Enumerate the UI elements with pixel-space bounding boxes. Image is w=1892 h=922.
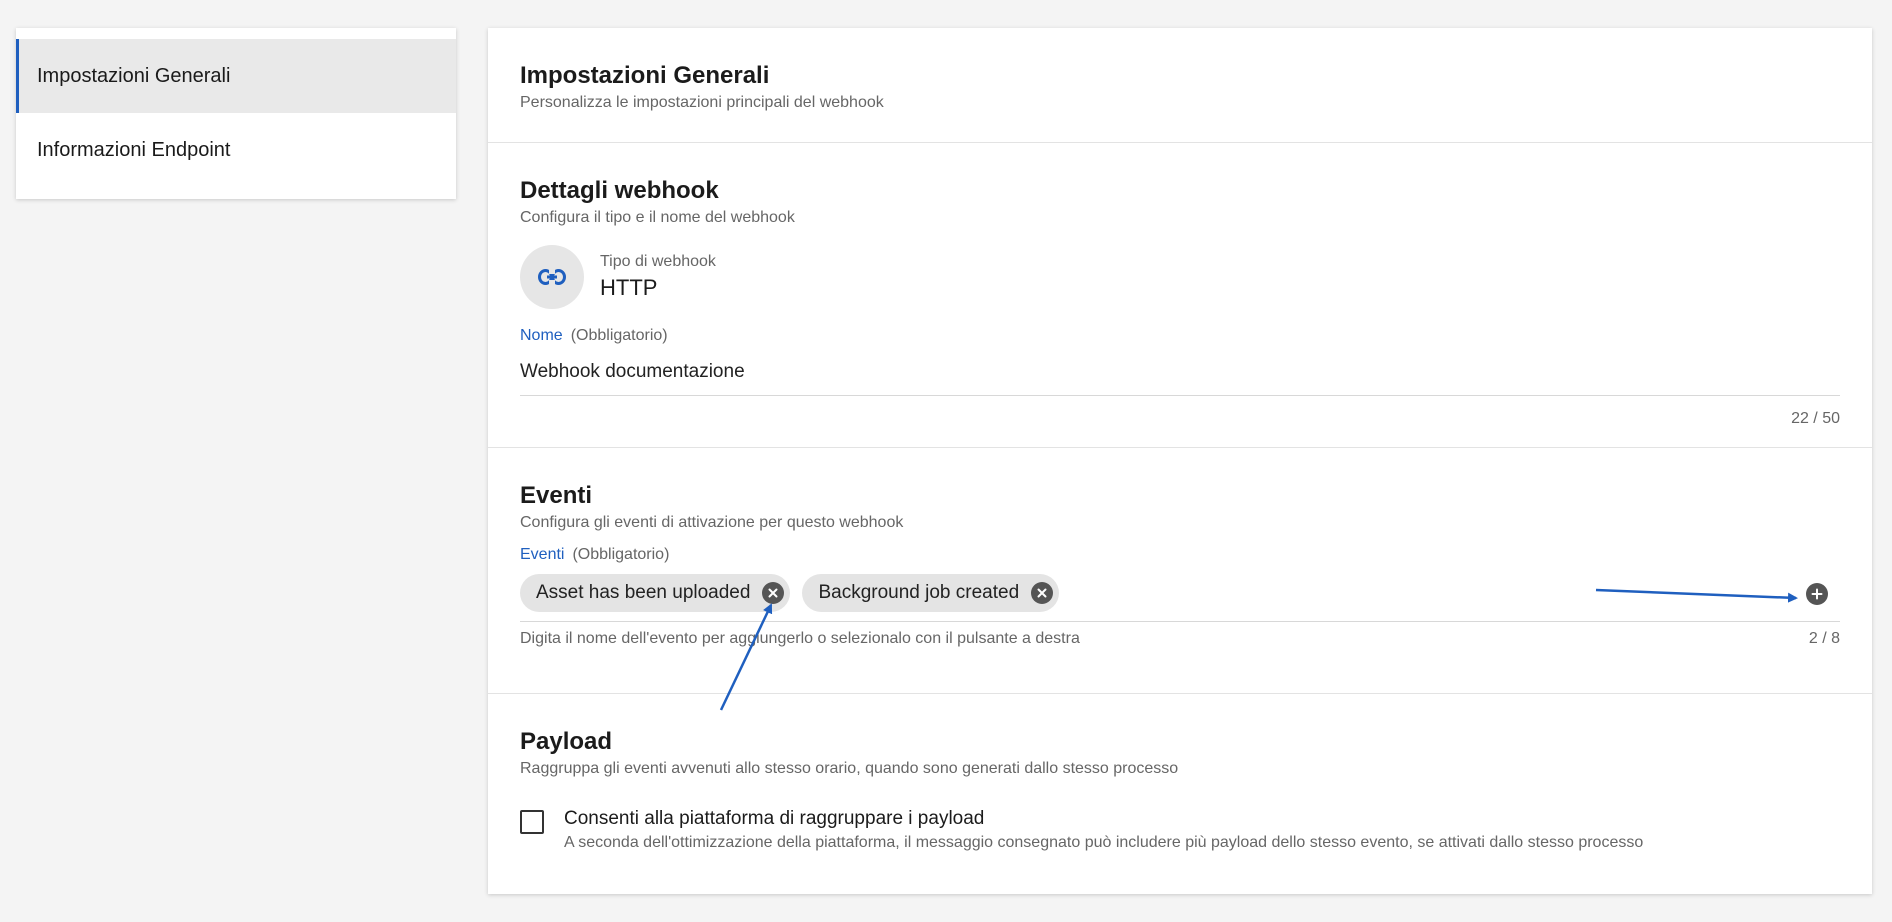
settings-panel: Impostazioni Generali Personalizza le im…: [488, 28, 1872, 894]
events-section: Eventi Configura gli eventi di attivazio…: [488, 448, 1872, 694]
section-subtitle: Raggruppa gli eventi avvenuti allo stess…: [520, 760, 1179, 777]
sidebar-item-label: Informazioni Endpoint: [37, 138, 231, 161]
webhook-type-value: HTTP: [600, 275, 658, 300]
remove-chip-icon[interactable]: [762, 582, 785, 604]
page-title: Impostazioni Generali: [520, 62, 770, 89]
name-char-counter: 22 / 50: [1791, 410, 1840, 427]
payload-section: Payload Raggruppa gli eventi avvenuti al…: [488, 694, 1872, 894]
events-hint: Digita il nome dell'evento per aggiunger…: [520, 630, 1080, 647]
section-subtitle: Configura gli eventi di attivazione per …: [520, 514, 904, 531]
webhook-details-section: Dettagli webhook Configura il tipo e il …: [488, 143, 1872, 448]
required-note: (Obbligatorio): [570, 327, 668, 344]
events-chip-input[interactable]: Asset has been uploaded Background job c…: [520, 564, 1840, 622]
link-icon: [520, 245, 584, 309]
chip-label: Background job created: [818, 582, 1020, 603]
webhook-type-label: Tipo di webhook: [600, 253, 716, 270]
name-field-label: Nome (Obbligatorio): [520, 327, 1840, 345]
section-title: Payload: [520, 728, 613, 755]
webhook-type: Tipo di webhook HTTP: [520, 245, 1840, 309]
section-title: Eventi: [520, 482, 593, 509]
settings-sidebar: Impostazioni Generali Informazioni Endpo…: [16, 28, 456, 199]
page-subtitle: Personalizza le impostazioni principali …: [520, 94, 884, 111]
checkbox-label: Consenti alla piattaforma di raggruppare…: [564, 808, 985, 829]
section-subtitle: Configura il tipo e il nome del webhook: [520, 209, 795, 226]
required-note: (Obbligatorio): [572, 546, 670, 563]
chip-label: Asset has been uploaded: [536, 582, 751, 603]
remove-chip-icon[interactable]: [1031, 582, 1054, 604]
sidebar-item-general-settings[interactable]: Impostazioni Generali: [16, 39, 456, 113]
events-label: Eventi: [520, 546, 565, 563]
event-chip: Asset has been uploaded: [520, 574, 791, 612]
event-chip: Background job created: [802, 574, 1060, 612]
section-title: Dettagli webhook: [520, 177, 719, 204]
group-payload-checkbox[interactable]: [520, 810, 544, 834]
events-field-label: Eventi (Obbligatorio): [520, 546, 1840, 564]
checkbox-description: A seconda dell'ottimizzazione della piat…: [564, 834, 1644, 851]
group-payload-option: Consenti alla piattaforma di raggruppare…: [520, 808, 1840, 852]
add-event-icon[interactable]: [1806, 583, 1828, 605]
webhook-name-input[interactable]: [520, 345, 1840, 396]
events-counter: 2 / 8: [1808, 630, 1840, 647]
name-label: Nome: [520, 327, 563, 344]
general-settings-header: Impostazioni Generali Personalizza le im…: [488, 28, 1872, 143]
sidebar-item-label: Impostazioni Generali: [37, 64, 231, 87]
sidebar-item-endpoint-info[interactable]: Informazioni Endpoint: [16, 113, 456, 187]
